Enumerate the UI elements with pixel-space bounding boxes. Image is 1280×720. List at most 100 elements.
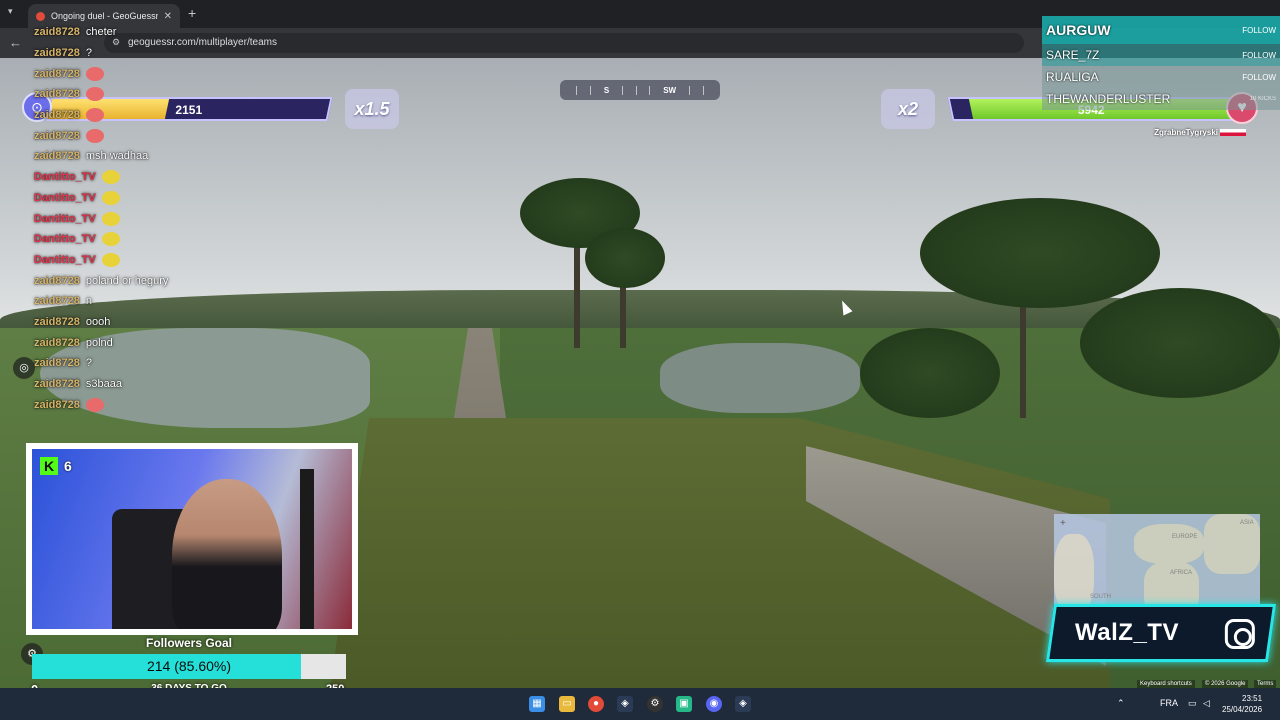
poland-flag-icon [1220, 129, 1246, 136]
chat-username: zaid8728 [34, 109, 80, 122]
chat-message: zaid8728 oooh [34, 312, 334, 333]
chat-message: zaid8728 s3baaa [34, 374, 334, 395]
system-clock[interactable]: 23:51 25/04/2026 [1222, 693, 1262, 715]
palm-crown [920, 198, 1160, 308]
chat-emote-icon [101, 211, 120, 226]
kick-logo-icon: K [40, 457, 58, 475]
kick-viewer-count: K 6 [40, 457, 72, 475]
chat-message: zaid8728 [34, 84, 334, 105]
compass-tick [621, 85, 623, 95]
zoom-in-icon[interactable]: + [1060, 518, 1066, 529]
recent-followers-list: AURGUW FOLLOW SARE_7Z FOLLOW RUALIGA FOL… [1042, 16, 1280, 110]
chat-text: cheter [85, 26, 117, 39]
map-label: SOUTH [1090, 594, 1111, 600]
volume-icon[interactable]: ◁ [1203, 698, 1210, 709]
chat-username: zaid8728 [34, 47, 80, 60]
terms-link[interactable]: Terms [1254, 680, 1277, 688]
follower-tag: FOLLOW [1242, 50, 1276, 60]
network-icon[interactable]: ▭ [1188, 698, 1197, 709]
chat-message: zaid8728 msh wadhaa [34, 146, 334, 167]
map-copyright: © 2026 Google [1202, 680, 1249, 688]
keyboard-shortcuts-link[interactable]: Keyboard shortcuts [1137, 680, 1195, 688]
chat-text: poland or hegury [85, 274, 169, 287]
compass-label-sw: SW [663, 85, 677, 95]
steam-icon[interactable]: ◈ [617, 696, 633, 712]
tab-title: Ongoing duel - GeoGuessr [51, 11, 158, 21]
chat-username: zaid8728 [34, 150, 80, 163]
compass-label-s: S [603, 85, 610, 95]
follower-item: SARE_7Z FOLLOW [1042, 44, 1280, 66]
palm-crown [1080, 288, 1280, 398]
follower-tag: FOLLOW [1242, 25, 1276, 35]
chat-emote-icon [85, 108, 104, 123]
webcam-frame: K 6 [26, 443, 358, 635]
camera-icon[interactable]: ◎ [13, 357, 35, 379]
chat-emote-icon [101, 252, 120, 267]
map-label: EUROPE [1172, 534, 1198, 540]
chat-username: zaid8728 [34, 67, 80, 80]
follower-name: RUALIGA [1046, 70, 1099, 84]
follower-name: AURGUW [1046, 22, 1111, 38]
compass-tick [576, 85, 578, 95]
social-banner: WalZ_TV [1045, 604, 1277, 662]
chat-username: Dantitto_TV [34, 191, 96, 204]
geoguessr-favicon-icon [36, 11, 45, 21]
chat-text: n [85, 295, 92, 308]
compass-tick [702, 85, 704, 95]
chat-message: zaid8728 cheter [34, 22, 334, 43]
compass[interactable]: S SW [560, 80, 720, 100]
chat-message: zaid8728 polnd [34, 332, 334, 353]
follower-item: AURGUW FOLLOW [1042, 16, 1280, 44]
language-indicator[interactable]: FRA [1160, 698, 1178, 708]
follower-name: THEWANDERLUSTER [1046, 92, 1171, 106]
microphone [300, 469, 314, 629]
chat-username: zaid8728 [34, 26, 80, 39]
steam-icon[interactable]: ◈ [735, 696, 751, 712]
bush [860, 328, 1000, 418]
chat-username: Dantitto_TV [34, 171, 96, 184]
chat-message: Dantitto_TV [34, 229, 334, 250]
chat-username: Dantitto_TV [34, 233, 96, 246]
chat-message: zaid8728 poland or hegury [34, 270, 334, 291]
windows-taskbar: ▦ ▭ ● ◈ ⚙ ▣ ◉ ◈ ⌃ FRA ▭ ◁ 23:51 25/04/20… [0, 688, 1280, 720]
chat-text: oooh [85, 315, 111, 328]
chat-emote-icon [101, 190, 120, 205]
chat-emote-icon [85, 397, 104, 412]
chat-username: zaid8728 [34, 378, 80, 391]
chat-username: zaid8728 [34, 398, 80, 411]
clock-time: 23:51 [1242, 694, 1263, 703]
left-multiplier: x1.5 [345, 89, 399, 129]
chat-text: msh wadhaa [85, 150, 149, 163]
follower-tag: 10 KICKS [1249, 96, 1276, 102]
chat-emote-icon [101, 170, 120, 185]
chat-emote-icon [85, 128, 104, 143]
map-landmass [1134, 524, 1204, 564]
map-landmass [1054, 534, 1094, 614]
chat-message: zaid8728 [34, 63, 334, 84]
app-icon[interactable]: ▣ [676, 696, 692, 712]
pond-right [660, 343, 860, 413]
close-tab-icon[interactable]: ✕ [164, 11, 172, 22]
chrome-icon[interactable]: ● [588, 696, 604, 712]
windows-start-icon[interactable]: ▦ [529, 696, 545, 712]
tab-list-icon[interactable]: ▾ [8, 6, 13, 17]
chat-message: Dantitto_TV [34, 208, 334, 229]
discord-icon[interactable]: ◉ [706, 696, 722, 712]
chat-overlay: zaid8728 cheter zaid8728? zaid8728 zaid8728 z… [34, 22, 334, 415]
chat-username: zaid8728 [34, 336, 80, 349]
chat-message: zaid8728 [34, 394, 334, 415]
back-icon[interactable]: ← [9, 35, 22, 50]
file-explorer-icon[interactable]: ▭ [559, 696, 575, 712]
chat-username: Dantitto_TV [34, 212, 96, 225]
chat-message: zaid8728? [34, 353, 334, 374]
tray-overflow-icon[interactable]: ⌃ [1117, 698, 1125, 709]
new-tab-icon[interactable]: + [188, 5, 196, 21]
settings-app-icon[interactable]: ⚙ [647, 696, 663, 712]
follower-name: SARE_7Z [1046, 48, 1100, 62]
chat-message: Dantitto_TV [34, 250, 334, 271]
chat-text: ? [85, 357, 92, 370]
map-label: AFRICA [1170, 570, 1193, 576]
chat-message: zaid8728 [34, 105, 334, 126]
chat-emote-icon [85, 87, 104, 102]
chat-message: Dantitto_TV [34, 167, 334, 188]
